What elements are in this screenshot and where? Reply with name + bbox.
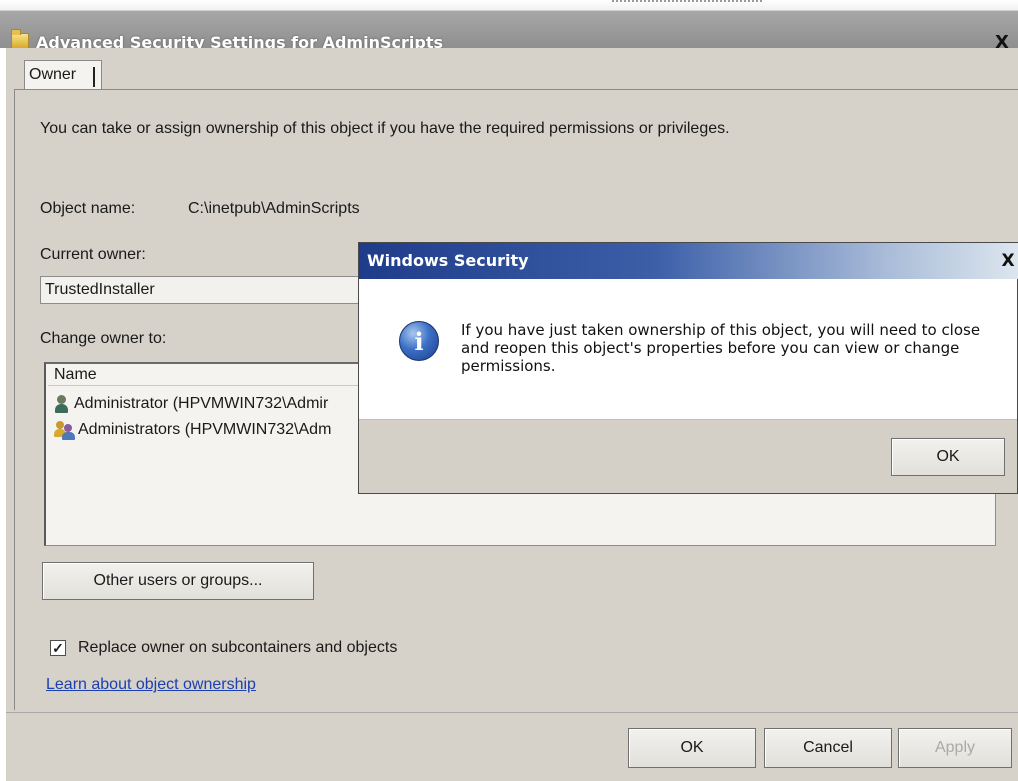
tab-owner[interactable]: Owner xyxy=(24,60,102,90)
change-owner-label: Change owner to: xyxy=(40,330,167,347)
current-owner-field: TrustedInstaller xyxy=(40,276,370,304)
apply-button[interactable]: Apply xyxy=(898,728,1012,768)
folder-icon xyxy=(11,29,29,49)
intro-text: You can take or assign ownership of this… xyxy=(40,120,730,137)
replace-owner-checkbox[interactable]: ✓ xyxy=(50,640,66,656)
current-owner-label: Current owner: xyxy=(40,246,146,263)
list-item-administrator[interactable]: Administrator (HPVMWIN732\Admir xyxy=(54,392,359,416)
title-bar[interactable]: Advanced Security Settings for AdminScri… xyxy=(0,10,1018,53)
footer-divider xyxy=(6,712,1018,713)
list-item-label: Administrator (HPVMWIN732\Admir xyxy=(74,395,329,412)
other-users-button[interactable]: Other users or groups... xyxy=(42,562,314,600)
list-header-name[interactable]: Name xyxy=(48,364,368,386)
windows-security-dialog: Windows Security X i If you have just ta… xyxy=(358,242,1018,494)
dialog-ok-button[interactable]: OK xyxy=(891,438,1005,476)
group-icon xyxy=(54,420,76,440)
list-item-administrators[interactable]: Administrators (HPVMWIN732\Adm xyxy=(54,418,359,442)
user-icon xyxy=(54,394,68,414)
list-item-label: Administrators (HPVMWIN732\Adm xyxy=(78,421,332,438)
dialog-body: i If you have just taken ownership of th… xyxy=(359,279,1017,419)
background-window-edge xyxy=(612,0,762,6)
object-name-label: Object name: xyxy=(40,200,136,217)
dialog-close-icon[interactable]: X xyxy=(997,249,1018,273)
info-icon: i xyxy=(399,321,439,361)
replace-owner-label[interactable]: Replace owner on subcontainers and objec… xyxy=(78,639,397,657)
object-name-value: C:\inetpub\AdminScripts xyxy=(188,200,360,217)
learn-ownership-link[interactable]: Learn about object ownership xyxy=(46,676,256,694)
cancel-button[interactable]: Cancel xyxy=(764,728,892,768)
dialog-footer: OK xyxy=(359,419,1017,493)
top-strip xyxy=(0,0,1018,10)
ok-button[interactable]: OK xyxy=(628,728,756,768)
dialog-title-bar[interactable]: Windows Security X xyxy=(359,243,1018,279)
dialog-message: If you have just taken ownership of this… xyxy=(461,321,981,375)
dialog-title: Windows Security xyxy=(367,251,529,270)
